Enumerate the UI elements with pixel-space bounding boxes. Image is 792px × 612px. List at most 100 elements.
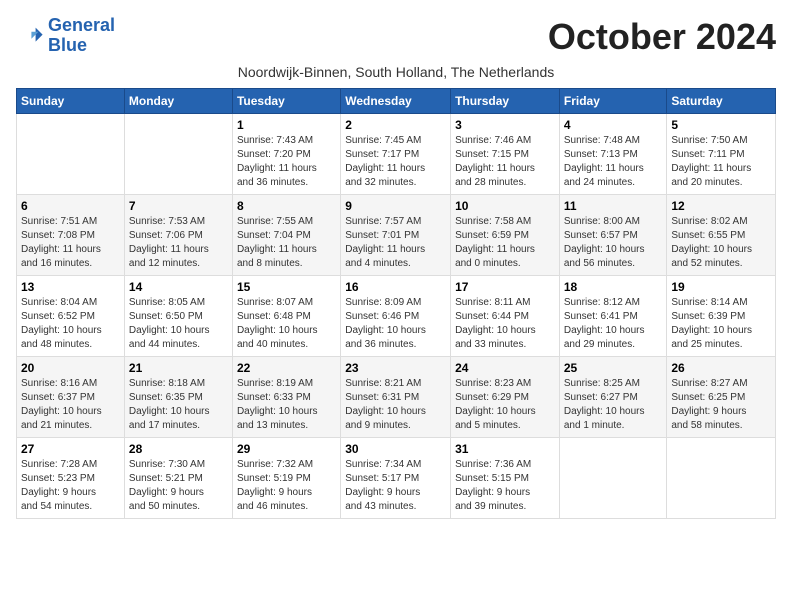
day-number: 2 [345, 118, 446, 132]
calendar-cell: 1 Sunrise: 7:43 AM Sunset: 7:20 PM Daylig… [232, 114, 340, 195]
day-info: Sunrise: 7:53 AM Sunset: 7:06 PM Dayligh… [129, 215, 228, 271]
day-info: Sunrise: 8:02 AM Sunset: 6:55 PM Dayligh… [671, 215, 771, 271]
day-number: 12 [671, 199, 771, 213]
day-info: Sunrise: 7:58 AM Sunset: 6:59 PM Dayligh… [455, 215, 555, 271]
day-info: Sunrise: 8:21 AM Sunset: 6:31 PM Dayligh… [345, 377, 446, 433]
calendar-cell: 4 Sunrise: 7:48 AM Sunset: 7:13 PM Daylig… [559, 114, 667, 195]
calendar-cell: 17 Sunrise: 8:11 AM Sunset: 6:44 PM Dayli… [451, 276, 560, 357]
calendar-cell [17, 114, 125, 195]
day-number: 1 [237, 118, 336, 132]
day-number: 9 [345, 199, 446, 213]
day-number: 24 [455, 361, 555, 375]
day-info: Sunrise: 7:45 AM Sunset: 7:17 PM Dayligh… [345, 134, 446, 190]
calendar-cell: 16 Sunrise: 8:09 AM Sunset: 6:46 PM Dayli… [341, 276, 451, 357]
day-info: Sunrise: 8:00 AM Sunset: 6:57 PM Dayligh… [564, 215, 663, 271]
calendar-cell: 26 Sunrise: 8:27 AM Sunset: 6:25 PM Dayli… [667, 357, 776, 438]
day-number: 27 [21, 442, 120, 456]
calendar-cell: 7 Sunrise: 7:53 AM Sunset: 7:06 PM Daylig… [124, 195, 232, 276]
calendar-table: SundayMondayTuesdayWednesdayThursdayFrid… [16, 88, 776, 519]
day-info: Sunrise: 7:48 AM Sunset: 7:13 PM Dayligh… [564, 134, 663, 190]
calendar-cell: 30 Sunrise: 7:34 AM Sunset: 5:17 PM Dayli… [341, 438, 451, 519]
day-info: Sunrise: 7:32 AM Sunset: 5:19 PM Dayligh… [237, 458, 336, 514]
day-info: Sunrise: 7:36 AM Sunset: 5:15 PM Dayligh… [455, 458, 555, 514]
calendar-cell: 11 Sunrise: 8:00 AM Sunset: 6:57 PM Dayli… [559, 195, 667, 276]
day-info: Sunrise: 8:19 AM Sunset: 6:33 PM Dayligh… [237, 377, 336, 433]
calendar-cell: 9 Sunrise: 7:57 AM Sunset: 7:01 PM Daylig… [341, 195, 451, 276]
day-number: 18 [564, 280, 663, 294]
day-info: Sunrise: 8:14 AM Sunset: 6:39 PM Dayligh… [671, 296, 771, 352]
calendar-cell: 21 Sunrise: 8:18 AM Sunset: 6:35 PM Dayli… [124, 357, 232, 438]
calendar-week-4: 20 Sunrise: 8:16 AM Sunset: 6:37 PM Dayli… [17, 357, 776, 438]
day-info: Sunrise: 7:30 AM Sunset: 5:21 PM Dayligh… [129, 458, 228, 514]
day-number: 19 [671, 280, 771, 294]
day-info: Sunrise: 7:57 AM Sunset: 7:01 PM Dayligh… [345, 215, 446, 271]
day-number: 30 [345, 442, 446, 456]
calendar-cell: 5 Sunrise: 7:50 AM Sunset: 7:11 PM Daylig… [667, 114, 776, 195]
day-number: 26 [671, 361, 771, 375]
day-number: 17 [455, 280, 555, 294]
month-title: October 2024 [548, 16, 776, 58]
calendar-cell: 20 Sunrise: 8:16 AM Sunset: 6:37 PM Dayli… [17, 357, 125, 438]
day-number: 25 [564, 361, 663, 375]
day-number: 4 [564, 118, 663, 132]
calendar-cell [124, 114, 232, 195]
calendar-cell [559, 438, 667, 519]
day-number: 7 [129, 199, 228, 213]
day-number: 13 [21, 280, 120, 294]
calendar-cell: 24 Sunrise: 8:23 AM Sunset: 6:29 PM Dayli… [451, 357, 560, 438]
calendar-cell: 31 Sunrise: 7:36 AM Sunset: 5:15 PM Dayli… [451, 438, 560, 519]
day-info: Sunrise: 8:16 AM Sunset: 6:37 PM Dayligh… [21, 377, 120, 433]
day-info: Sunrise: 8:11 AM Sunset: 6:44 PM Dayligh… [455, 296, 555, 352]
day-number: 20 [21, 361, 120, 375]
calendar-cell: 12 Sunrise: 8:02 AM Sunset: 6:55 PM Dayli… [667, 195, 776, 276]
day-number: 28 [129, 442, 228, 456]
calendar-cell: 15Sunrise: 8:07 AM Sunset: 6:48 PM Dayli… [232, 276, 340, 357]
calendar-cell: 13 Sunrise: 8:04 AM Sunset: 6:52 PM Dayli… [17, 276, 125, 357]
calendar-cell: 18 Sunrise: 8:12 AM Sunset: 6:41 PM Dayli… [559, 276, 667, 357]
day-info: Sunrise: 8:09 AM Sunset: 6:46 PM Dayligh… [345, 296, 446, 352]
day-info: Sunrise: 8:23 AM Sunset: 6:29 PM Dayligh… [455, 377, 555, 433]
calendar-week-2: 6 Sunrise: 7:51 AM Sunset: 7:08 PM Daylig… [17, 195, 776, 276]
calendar-cell: 10 Sunrise: 7:58 AM Sunset: 6:59 PM Dayli… [451, 195, 560, 276]
calendar-cell: 14Sunrise: 8:05 AM Sunset: 6:50 PM Dayli… [124, 276, 232, 357]
day-info: Sunrise: 7:51 AM Sunset: 7:08 PM Dayligh… [21, 215, 120, 271]
page-header: General Blue October 2024 [16, 16, 776, 58]
logo: General Blue [16, 16, 115, 56]
day-number: 5 [671, 118, 771, 132]
logo-text: General Blue [48, 16, 115, 56]
calendar-cell [667, 438, 776, 519]
day-info: Sunrise: 7:50 AM Sunset: 7:11 PM Dayligh… [671, 134, 771, 190]
day-info: Sunrise: 8:18 AM Sunset: 6:35 PM Dayligh… [129, 377, 228, 433]
header-monday: Monday [124, 89, 232, 114]
header-tuesday: Tuesday [232, 89, 340, 114]
day-info: Sunrise: 8:05 AM Sunset: 6:50 PM Dayligh… [129, 296, 228, 352]
calendar-cell: 6 Sunrise: 7:51 AM Sunset: 7:08 PM Daylig… [17, 195, 125, 276]
day-number: 22 [237, 361, 336, 375]
day-number: 31 [455, 442, 555, 456]
day-info: Sunrise: 8:27 AM Sunset: 6:25 PM Dayligh… [671, 377, 771, 433]
calendar-week-5: 27Sunrise: 7:28 AM Sunset: 5:23 PM Dayli… [17, 438, 776, 519]
header-saturday: Saturday [667, 89, 776, 114]
day-number: 16 [345, 280, 446, 294]
day-info: Sunrise: 8:04 AM Sunset: 6:52 PM Dayligh… [21, 296, 120, 352]
day-info: Sunrise: 8:12 AM Sunset: 6:41 PM Dayligh… [564, 296, 663, 352]
day-number: 21 [129, 361, 228, 375]
calendar-cell: 22 Sunrise: 8:19 AM Sunset: 6:33 PM Dayli… [232, 357, 340, 438]
day-number: 23 [345, 361, 446, 375]
day-info: Sunrise: 8:25 AM Sunset: 6:27 PM Dayligh… [564, 377, 663, 433]
day-info: Sunrise: 7:55 AM Sunset: 7:04 PM Dayligh… [237, 215, 336, 271]
day-number: 11 [564, 199, 663, 213]
calendar-header-row: SundayMondayTuesdayWednesdayThursdayFrid… [17, 89, 776, 114]
day-info: Sunrise: 7:34 AM Sunset: 5:17 PM Dayligh… [345, 458, 446, 514]
calendar-week-1: 1 Sunrise: 7:43 AM Sunset: 7:20 PM Daylig… [17, 114, 776, 195]
calendar-cell: 23 Sunrise: 8:21 AM Sunset: 6:31 PM Dayli… [341, 357, 451, 438]
calendar-cell: 25 Sunrise: 8:25 AM Sunset: 6:27 PM Dayli… [559, 357, 667, 438]
calendar-subtitle: Noordwijk-Binnen, South Holland, The Net… [16, 64, 776, 80]
calendar-cell: 29Sunrise: 7:32 AM Sunset: 5:19 PM Dayli… [232, 438, 340, 519]
header-wednesday: Wednesday [341, 89, 451, 114]
day-number: 3 [455, 118, 555, 132]
day-info: Sunrise: 7:43 AM Sunset: 7:20 PM Dayligh… [237, 134, 336, 190]
day-number: 6 [21, 199, 120, 213]
calendar-cell: 2 Sunrise: 7:45 AM Sunset: 7:17 PM Daylig… [341, 114, 451, 195]
day-number: 10 [455, 199, 555, 213]
